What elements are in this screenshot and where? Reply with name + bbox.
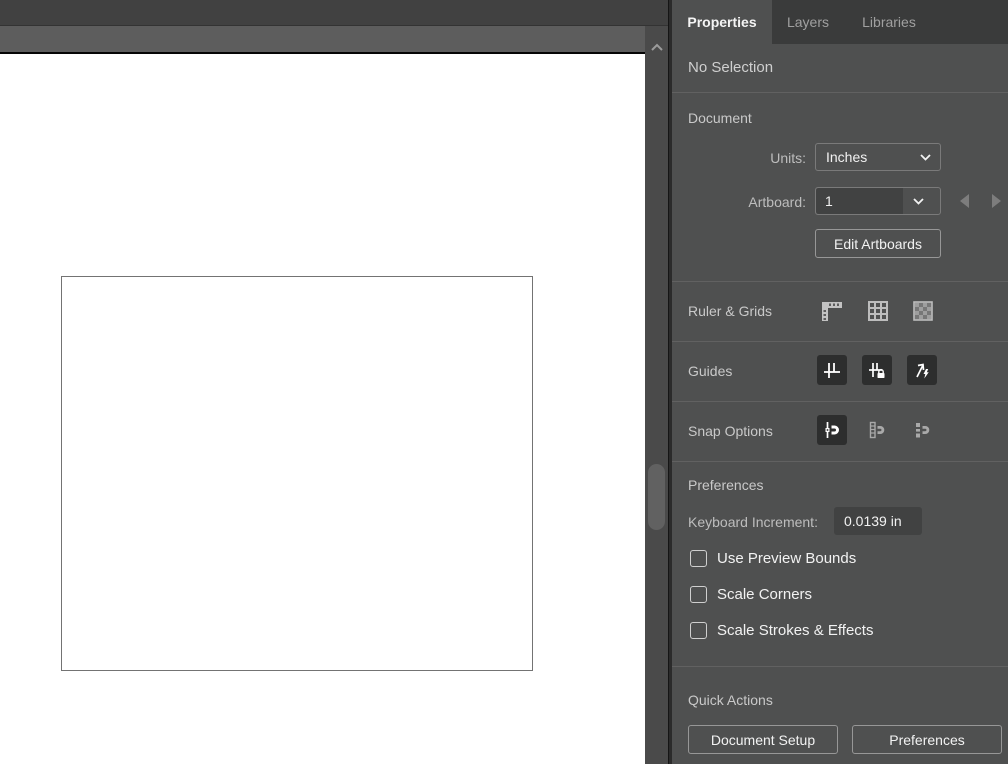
section-divider [672, 281, 1008, 282]
artboard[interactable] [61, 276, 533, 671]
next-artboard-icon[interactable] [992, 194, 1001, 208]
smart-guides-icon[interactable] [907, 355, 937, 385]
transparency-grid-icon[interactable] [909, 297, 937, 325]
checkbox-icon [690, 586, 707, 603]
artboard-label: Artboard: [748, 194, 806, 210]
section-divider [672, 401, 1008, 402]
checkbox-icon [690, 550, 707, 567]
canvas-area [0, 0, 673, 764]
document-section-title: Document [688, 110, 752, 126]
snap-to-pixel-icon[interactable] [907, 415, 937, 445]
checkbox-icon [690, 622, 707, 639]
snap-to-grid-icon[interactable] [862, 415, 892, 445]
checkbox-label: Scale Corners [717, 586, 813, 603]
previous-artboard-icon[interactable] [960, 194, 969, 208]
show-guides-icon[interactable] [817, 355, 847, 385]
preferences-section-title: Preferences [688, 477, 764, 493]
chevron-down-icon [910, 153, 940, 161]
keyboard-increment-field[interactable]: 0.0139 in [834, 507, 922, 535]
quick-actions-section-title: Quick Actions [688, 692, 773, 708]
preferences-button[interactable]: Preferences [852, 725, 1002, 754]
tab-layers[interactable]: Layers [775, 0, 841, 44]
artboard-number-field[interactable]: 1 [816, 188, 903, 214]
section-divider [672, 341, 1008, 342]
document-tab-bar [0, 26, 645, 54]
units-label: Units: [770, 150, 806, 166]
panel-tab-bar: Properties Layers Libraries [672, 0, 1008, 44]
guides-label: Guides [688, 363, 733, 379]
ruler-grids-label: Ruler & Grids [688, 303, 773, 319]
tab-libraries[interactable]: Libraries [844, 0, 934, 44]
vertical-scrollbar[interactable] [645, 26, 668, 764]
lock-guides-icon[interactable] [862, 355, 892, 385]
illustrator-window: Properties Layers Libraries No Selection… [0, 0, 1008, 764]
scroll-up-icon[interactable] [648, 40, 666, 56]
keyboard-increment-label: Keyboard Increment: [688, 514, 818, 530]
scale-corners-checkbox[interactable]: Scale Corners [690, 586, 812, 603]
section-divider [672, 666, 1008, 667]
properties-panel: Properties Layers Libraries No Selection… [672, 0, 1008, 764]
ruler-corner-icon[interactable] [818, 297, 846, 325]
snap-options-label: Snap Options [688, 423, 773, 439]
section-divider [672, 92, 1008, 93]
units-select[interactable]: Inches [815, 143, 941, 171]
application-bar [0, 0, 668, 26]
document-setup-button[interactable]: Document Setup [688, 725, 838, 754]
checkbox-label: Scale Strokes & Effects [717, 622, 874, 639]
checkbox-label: Use Preview Bounds [717, 550, 857, 567]
canvas[interactable] [0, 54, 645, 764]
tab-properties[interactable]: Properties [672, 0, 772, 44]
use-preview-bounds-checkbox[interactable]: Use Preview Bounds [690, 550, 856, 567]
chevron-down-icon [903, 197, 933, 205]
scale-strokes-effects-checkbox[interactable]: Scale Strokes & Effects [690, 622, 873, 639]
artboard-select[interactable]: 1 [815, 187, 941, 215]
grid-icon[interactable] [864, 297, 892, 325]
edit-artboards-button[interactable]: Edit Artboards [815, 229, 941, 258]
selection-status: No Selection [688, 59, 774, 76]
section-divider [672, 461, 1008, 462]
scrollbar-thumb[interactable] [648, 464, 665, 530]
snap-to-point-icon[interactable] [817, 415, 847, 445]
units-value: Inches [826, 149, 868, 165]
